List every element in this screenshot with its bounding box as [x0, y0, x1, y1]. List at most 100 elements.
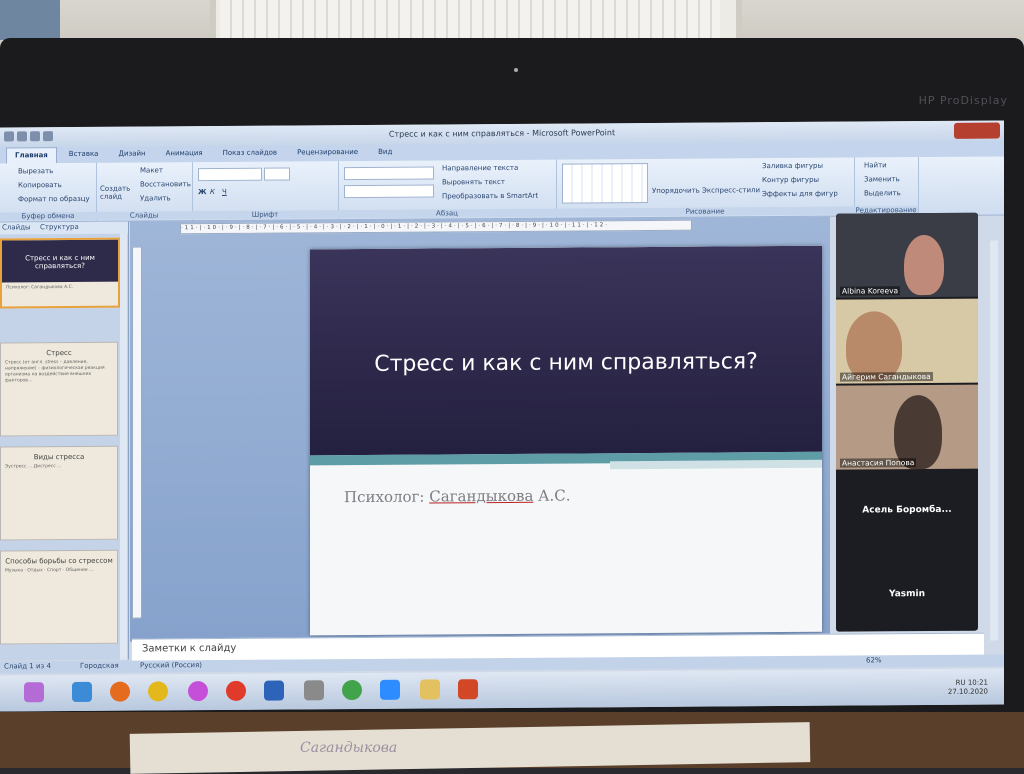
copy-button[interactable]: Копировать — [18, 181, 62, 189]
folder-icon[interactable] — [420, 679, 440, 700]
thumb-body: Эустресс ... Дистресс ... — [5, 464, 62, 470]
tab-slideshow[interactable]: Показ слайдов — [215, 146, 285, 162]
yandex-browser-icon[interactable] — [226, 680, 246, 701]
participant-tile-2[interactable]: Айгерим Сагандыкова — [836, 298, 978, 384]
vertical-ruler — [132, 246, 142, 619]
group-label-drawing: Рисование — [556, 206, 854, 217]
italic-button[interactable]: К — [210, 188, 215, 196]
shape-effects-button[interactable]: Эффекты для фигур — [762, 190, 838, 199]
quick-access-toolbar[interactable] — [4, 131, 74, 143]
close-window-button[interactable] — [954, 122, 1000, 139]
window-title: Стресс и как с ним справляться - Microso… — [388, 128, 616, 139]
tab-slides[interactable]: Слайды — [2, 223, 31, 231]
shapes-gallery[interactable] — [562, 162, 648, 204]
tab-outline[interactable]: Структура — [40, 223, 79, 231]
quick-styles-button[interactable]: Экспресс-стили — [702, 186, 760, 194]
calculator-icon[interactable] — [304, 680, 324, 701]
participant-tile-5[interactable]: Yasmin — [836, 589, 978, 600]
bold-button[interactable]: Ж — [198, 188, 207, 196]
thumb-title: Стресс — [46, 349, 72, 358]
monitor-screen: Стресс и как с ним справляться - Microso… — [0, 120, 1004, 712]
status-zoom[interactable]: 62% — [866, 656, 882, 664]
curtain — [0, 0, 60, 40]
utorrent-icon[interactable] — [342, 679, 362, 701]
slide-subtitle[interactable]: Психолог: Сагандыкова А.С. — [344, 482, 784, 509]
text-direction-button[interactable]: Направление текста — [442, 164, 518, 173]
thumb-body: Стресс (от англ. stress – давление, напр… — [5, 359, 105, 384]
status-language[interactable]: Русский (Россия) — [140, 661, 202, 669]
align-buttons[interactable] — [344, 184, 434, 199]
slide-title[interactable]: Стресс и как с ним справляться? — [330, 342, 802, 385]
shape-fill-button[interactable]: Заливка фигуры — [762, 162, 823, 170]
reset-button[interactable]: Восстановить — [140, 180, 191, 188]
slides-pane-scrollbar[interactable] — [120, 233, 127, 660]
participant-tile-1[interactable]: Albina Koreeva — [836, 212, 978, 298]
store-icon[interactable] — [72, 681, 92, 703]
monitor-brand: HP ProDisplay — [918, 94, 1008, 107]
slides-pane: Слайды Структура Стресс и как с ним спра… — [0, 221, 129, 661]
taskbar: RU 10:21 27.10.2020 — [0, 668, 1004, 712]
slide-thumbnail-3[interactable]: Виды стресса Эустресс ... Дистресс ... — [0, 445, 118, 541]
window-blinds — [220, 0, 720, 38]
handwritten-note: Сагандыкова — [300, 740, 398, 756]
font-size-select[interactable] — [264, 167, 290, 181]
notes-placeholder: Заметки к слайду — [142, 642, 237, 655]
slide-thumbnail-4[interactable]: Способы борьбы со стрессом Музыка · Отды… — [0, 549, 118, 645]
webcam-led — [514, 68, 518, 72]
align-text-button[interactable]: Выровнять текст — [442, 178, 505, 186]
thumb-subtitle: Психолог: Сагандыкова А.С. — [6, 284, 74, 291]
status-slide: Слайд 1 из 4 — [4, 662, 51, 671]
participant-tile-4[interactable]: Асель Боромба... — [836, 505, 978, 516]
group-paragraph: Направление текста Выровнять текст Преоб… — [338, 159, 557, 220]
slide-thumbnail-1[interactable]: Стресс и как с ним справляться? Психолог… — [0, 237, 120, 309]
arrange-button[interactable]: Упорядочить — [652, 187, 700, 195]
participant-video — [846, 311, 902, 382]
smartart-button[interactable]: Преобразовать в SmartArt — [442, 192, 538, 201]
thumb-title: Виды стресса — [33, 452, 85, 462]
replace-button[interactable]: Заменить — [864, 175, 900, 183]
participant-name: Albina Koreeva — [840, 286, 901, 296]
format-painter-button[interactable]: Формат по образцу — [18, 195, 90, 204]
new-slide-button[interactable]: Создать слайд — [100, 185, 130, 201]
select-button[interactable]: Выделить — [864, 189, 901, 197]
editor-scrollbar[interactable] — [990, 240, 998, 641]
chrome-icon[interactable] — [148, 681, 168, 702]
shape-outline-button[interactable]: Контур фигуры — [762, 176, 819, 184]
powerpoint-icon[interactable] — [458, 679, 478, 700]
save-icon[interactable] — [17, 131, 27, 142]
word-icon[interactable] — [264, 680, 284, 701]
app-icon[interactable] — [188, 681, 208, 702]
cut-button[interactable]: Вырезать — [18, 167, 53, 175]
tray-date: 27.10.2020 — [947, 687, 988, 696]
tab-design[interactable]: Дизайн — [110, 146, 153, 162]
tab-home[interactable]: Главная — [6, 147, 57, 164]
slide-thumbnail-2[interactable]: Стресс Стресс (от англ. stress – давлени… — [0, 341, 118, 437]
underline-button[interactable]: Ч — [222, 188, 227, 196]
tab-insert[interactable]: Вставка — [61, 147, 107, 163]
thumb-title: Стресс и как с ним справляться? — [25, 253, 95, 271]
font-family-select[interactable] — [198, 167, 262, 182]
tray-language[interactable]: RU — [956, 679, 966, 687]
list-buttons[interactable] — [344, 166, 434, 181]
find-button[interactable]: Найти — [864, 161, 887, 169]
tab-view[interactable]: Вид — [370, 145, 400, 161]
tab-animation[interactable]: Анимация — [158, 146, 211, 162]
participant-name: Айгерим Сагандыкова — [840, 371, 933, 382]
layout-button[interactable]: Макет — [140, 166, 163, 174]
redo-icon[interactable] — [43, 131, 53, 142]
subtitle-suffix: А.С. — [533, 486, 571, 505]
system-tray[interactable]: RU 10:21 27.10.2020 — [948, 679, 988, 697]
participant-tile-3[interactable]: Анастасия Попова — [836, 384, 978, 470]
current-slide[interactable]: Стресс и как с ним справляться? Психолог… — [310, 245, 822, 636]
office-icon[interactable] — [4, 131, 14, 142]
zoom-icon[interactable] — [380, 679, 400, 700]
undo-icon[interactable] — [30, 131, 40, 142]
firefox-icon[interactable] — [110, 681, 130, 702]
group-label-paragraph: Абзац — [338, 208, 556, 219]
group-slides: Создать слайд Макет Восстановить Удалить… — [96, 162, 193, 221]
tab-review[interactable]: Рецензирование — [289, 145, 366, 162]
group-label-font: Шрифт — [192, 210, 338, 220]
group-clipboard: Вырезать Копировать Формат по образцу Бу… — [0, 162, 97, 222]
delete-slide-button[interactable]: Удалить — [140, 194, 171, 202]
messenger-icon[interactable] — [24, 682, 44, 703]
